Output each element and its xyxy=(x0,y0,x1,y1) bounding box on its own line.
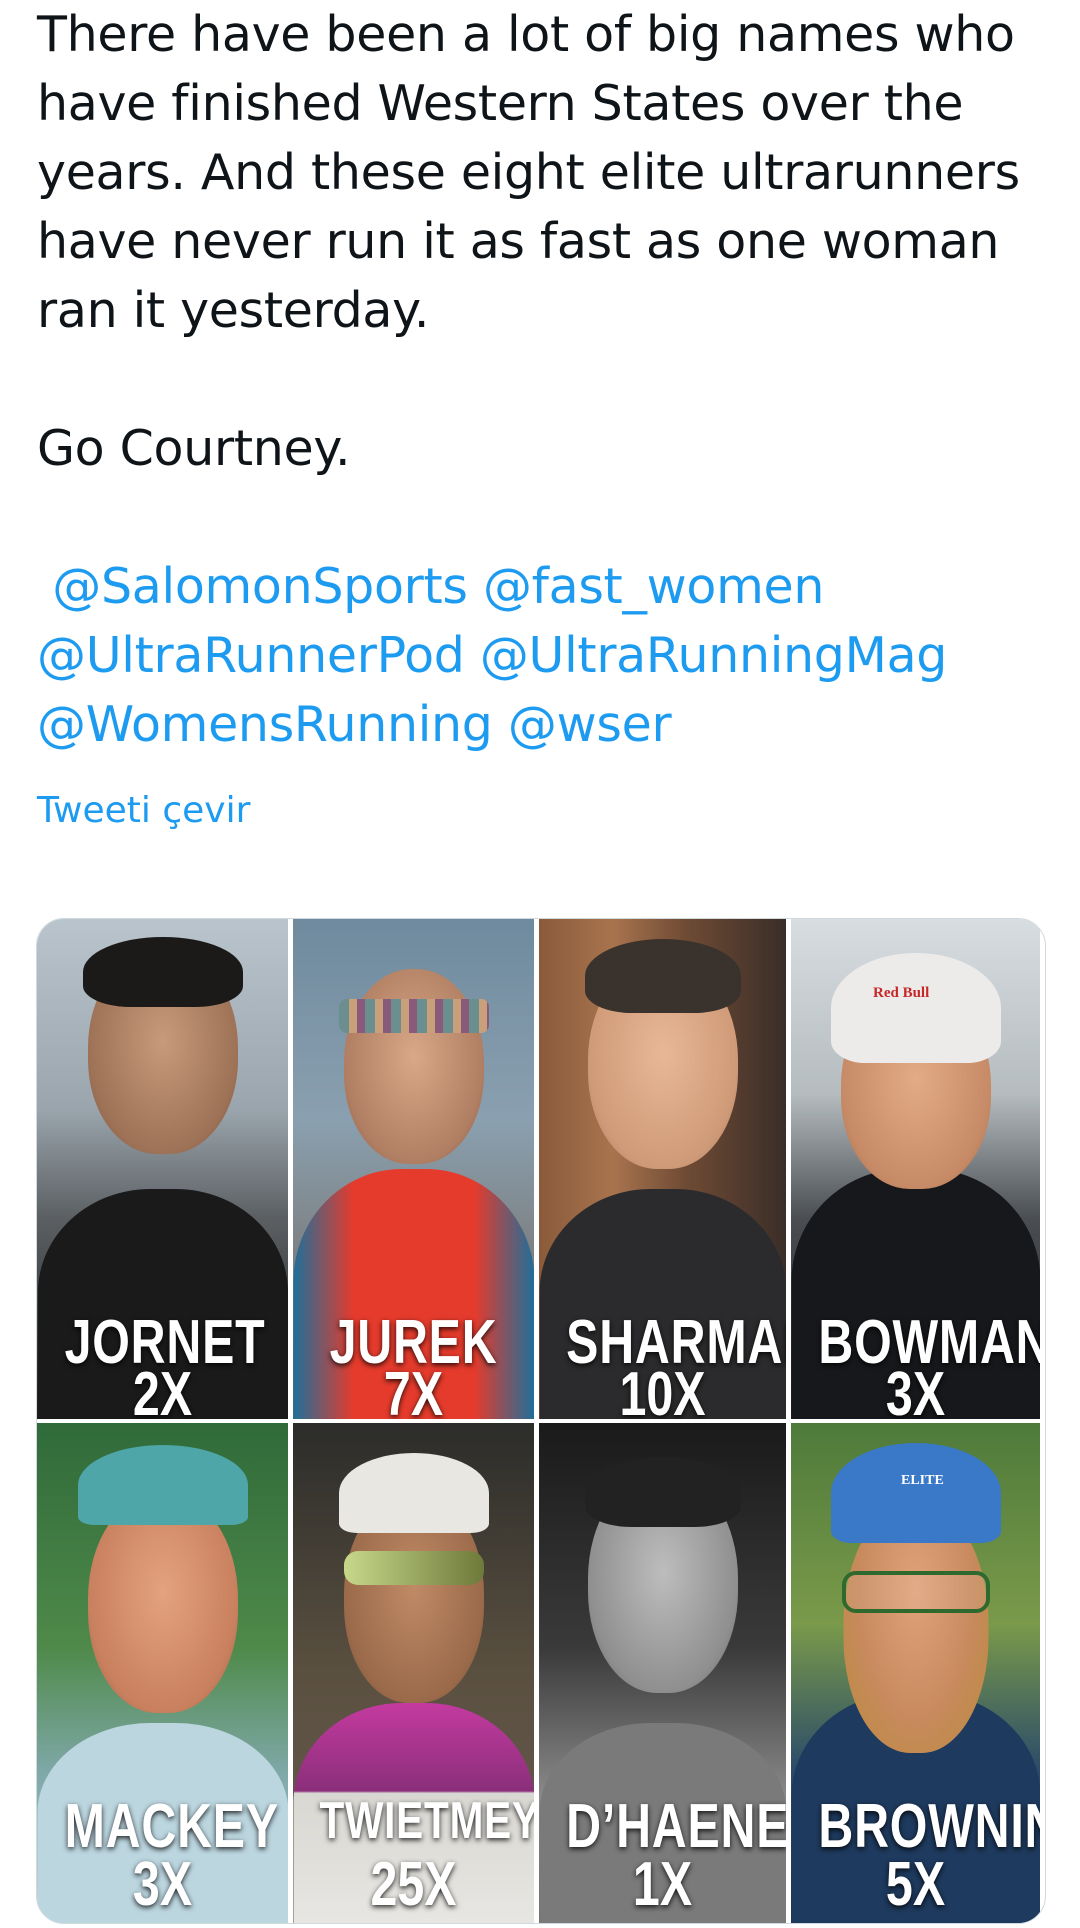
translate-tweet-link[interactable]: Tweeti çevir xyxy=(37,790,250,831)
runner-count: 10X xyxy=(619,1360,706,1419)
tweet-text-line: ran it yesterday. xyxy=(37,282,430,339)
mention-wser[interactable]: @wser xyxy=(508,696,672,753)
mention-ultrarunningmag[interactable]: @UltraRunningMag xyxy=(480,627,948,684)
headband xyxy=(338,999,489,1033)
runner-card-sharman: SHARMAN 10X xyxy=(539,919,786,1419)
runner-hair xyxy=(584,939,741,1013)
runner-head xyxy=(87,1493,238,1713)
runner-name: TWIETMEYER xyxy=(319,1792,534,1850)
mention-fast-women[interactable]: @fast_women xyxy=(483,558,825,615)
tweet-text-line: years. And these eight elite ultrarunner… xyxy=(37,144,1020,201)
mention-womensrunning[interactable]: @WomensRunning xyxy=(37,696,493,753)
runner-card-jornet: JORNET 2X xyxy=(37,919,288,1419)
mentions-line: @UltraRunnerPod @UltraRunningMag xyxy=(37,621,1047,690)
mentions-line: @SalomonSports @fast_women xyxy=(37,552,1047,621)
runner-count: 3X xyxy=(885,1360,946,1419)
runner-count: 3X xyxy=(132,1850,193,1919)
runner-card-mackey: MACKEY 3X xyxy=(37,1423,288,1923)
cap xyxy=(830,1443,1001,1543)
runner-count: 2X xyxy=(132,1360,193,1419)
runner-hair xyxy=(584,1457,741,1527)
cap xyxy=(338,1453,489,1533)
runner-card-twietmeyer: TWIETMEYER 25X xyxy=(293,1423,534,1923)
tweet-media-image[interactable]: JORNET 2X JUREK 7X SHARMAN 10X Red Bull … xyxy=(36,918,1046,1924)
tweet-text-line: There have been a lot of big names who xyxy=(37,6,1015,63)
elite-logo: ELITE xyxy=(901,1473,944,1488)
tweet-text-line: have never run it as fast as one woman xyxy=(37,213,1000,270)
mentions-line: @WomensRunning @wser xyxy=(37,690,1047,759)
runner-card-bowman: Red Bull BOWMAN 3X xyxy=(791,919,1040,1419)
glasses xyxy=(841,1571,990,1613)
tweet-body: There have been a lot of big names who h… xyxy=(37,0,1047,759)
runner-card-dhaene: D’HAENE 1X xyxy=(539,1423,786,1923)
runner-count: 25X xyxy=(370,1850,457,1919)
cap xyxy=(77,1445,248,1525)
red-bull-logo: Red Bull xyxy=(873,985,930,1001)
runner-count: 1X xyxy=(632,1850,693,1919)
mention-salomonsports[interactable]: @SalomonSports xyxy=(52,558,468,615)
runner-card-jurek: JUREK 7X xyxy=(293,919,534,1419)
mention-ultrarunnerpod[interactable]: @UltraRunnerPod xyxy=(37,627,465,684)
runner-hair xyxy=(82,937,243,1007)
runner-count: 5X xyxy=(885,1850,946,1919)
beanie xyxy=(830,953,1001,1063)
runner-count: 7X xyxy=(383,1360,444,1419)
tweet-closing: Go Courtney. xyxy=(37,420,351,477)
tweet-text-line: have finished Western States over the xyxy=(37,75,964,132)
sunglasses xyxy=(343,1551,484,1585)
runner-card-browning: ELITE BROWNING 5X xyxy=(791,1423,1040,1923)
